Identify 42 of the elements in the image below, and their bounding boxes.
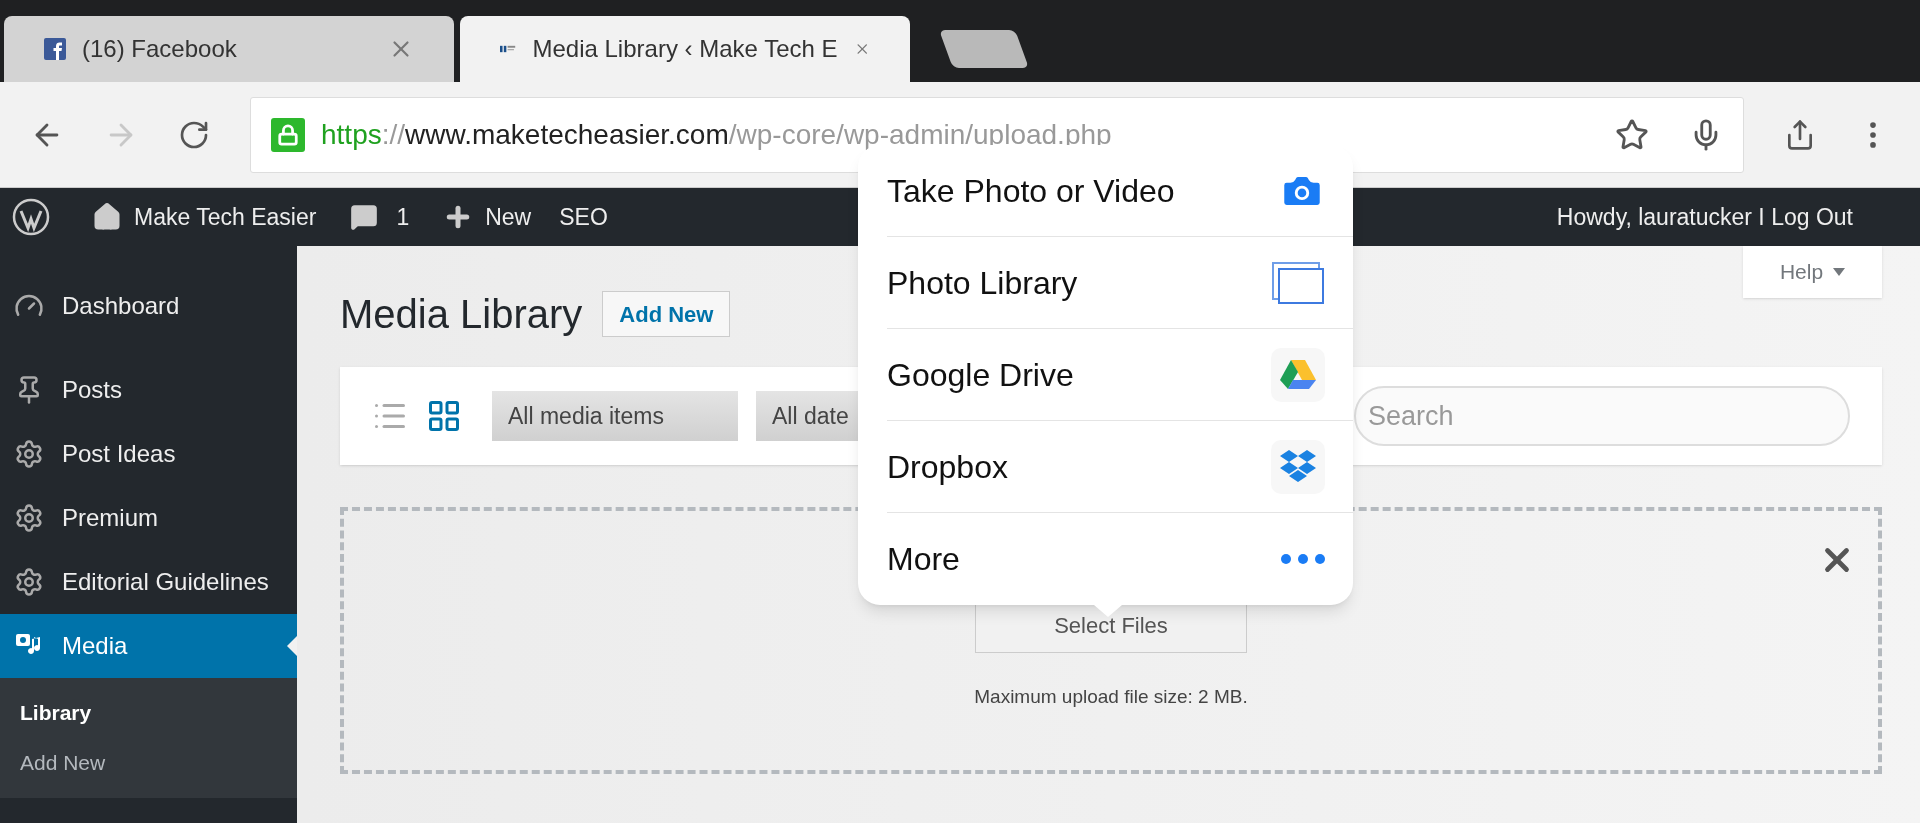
upload-size-note: Maximum upload file size: 2 MB.: [974, 685, 1248, 709]
sidebar-item[interactable]: Media: [0, 614, 297, 678]
submenu-item[interactable]: Add New: [0, 738, 297, 788]
site-name-link[interactable]: Make Tech Easier: [134, 199, 317, 235]
comment-count[interactable]: 1: [396, 199, 410, 235]
sidebar-item[interactable]: Editorial Guidelines: [0, 550, 297, 614]
account-link[interactable]: Howdy, lauratucker I Log Out: [1556, 199, 1853, 235]
sidebar-item[interactable]: Premium: [0, 486, 297, 550]
bookmark-star-icon[interactable]: [1615, 117, 1649, 152]
photo-library-icon: [1271, 260, 1325, 305]
drive-icon: [1271, 347, 1325, 402]
browser-tab[interactable]: Media Library ‹ Make Tech E: [460, 16, 910, 82]
comments-icon[interactable]: [350, 203, 379, 231]
popover-item[interactable]: Take Photo or Video: [887, 145, 1353, 237]
dropdown-arrow-icon: [1833, 268, 1846, 276]
sidebar-item[interactable]: Post Ideas: [0, 422, 297, 486]
submenu-item[interactable]: Library: [0, 688, 297, 738]
seo-link[interactable]: SEO: [559, 199, 608, 235]
menu-item-icon: [14, 503, 44, 533]
new-link[interactable]: New: [485, 199, 532, 235]
grid-view-icon[interactable]: [426, 398, 462, 434]
lock-icon: [271, 117, 305, 152]
tab-title: Media Library ‹ Make Tech E: [532, 34, 838, 64]
menu-item-icon: [14, 567, 44, 597]
filter-dropdown[interactable]: All media items: [492, 391, 738, 441]
tab-title: (16) Facebook: [82, 34, 238, 64]
page-title: Media Library: [340, 291, 583, 338]
more-icon: [1281, 554, 1325, 564]
popover-item[interactable]: Dropbox: [887, 421, 1353, 513]
sidebar-item[interactable]: Dashboard: [0, 274, 297, 338]
wordpress-logo-icon[interactable]: [12, 198, 50, 236]
browser-tab[interactable]: (16) Facebook: [4, 16, 454, 82]
favicon-icon: [44, 38, 66, 60]
help-button[interactable]: Help: [1743, 246, 1882, 298]
menu-item-icon: [14, 439, 44, 469]
home-icon[interactable]: [92, 202, 122, 232]
popover-item[interactable]: Google Drive: [887, 329, 1353, 421]
sidebar-item[interactable]: Posts: [0, 358, 297, 422]
popover-item[interactable]: Photo Library: [887, 237, 1353, 329]
dropbox-icon: [1271, 439, 1325, 494]
add-new-button[interactable]: Add New: [602, 291, 731, 337]
search-field[interactable]: Search: [1354, 386, 1850, 446]
